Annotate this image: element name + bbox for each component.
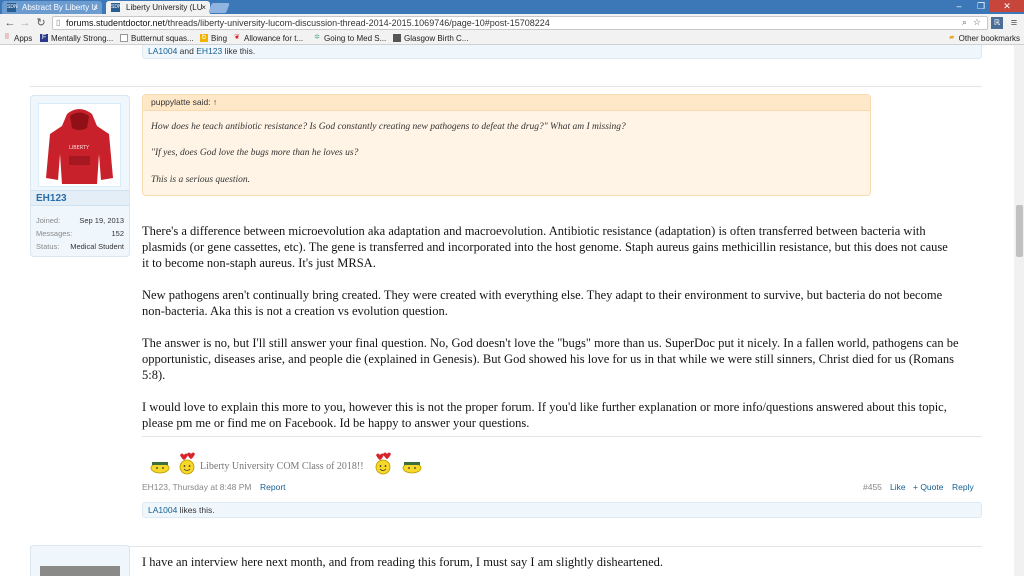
tab-label: Abstract By Liberty U	[22, 3, 98, 12]
page-icon	[393, 34, 401, 42]
close-tab-icon[interactable]: ×	[93, 1, 98, 14]
signature: Liberty University COM Class of 2018!!	[150, 452, 430, 476]
next-user-info-block	[30, 545, 130, 576]
extension-icon[interactable]: ℝ	[991, 17, 1003, 29]
quote-line: "If yes, does God love the bugs more tha…	[151, 148, 359, 158]
messages-row: Messages: 152	[36, 229, 124, 238]
report-link[interactable]: Report	[260, 481, 286, 493]
smiley-hearts-icon	[375, 452, 391, 475]
liker-link[interactable]: LA1004	[148, 505, 177, 515]
new-tab-button[interactable]	[208, 3, 230, 13]
post-number-link[interactable]: #455	[863, 481, 882, 493]
bookmarks-bar: ⠿ Apps F Mentally Strong... Butternut sq…	[0, 32, 1024, 45]
liker-link[interactable]: LA1004	[148, 46, 177, 56]
message-line: New pathogens aren't continually bring c…	[142, 288, 943, 302]
scrollbar-thumb[interactable]	[1016, 205, 1023, 257]
liker-link[interactable]: EH123	[196, 46, 222, 56]
bing-icon: b	[200, 34, 208, 42]
message-line: There's a difference between microevolut…	[142, 224, 926, 238]
folder-icon: ▰	[948, 34, 955, 41]
bookmark-glasgow[interactable]: Glasgow Birth C...	[393, 33, 468, 44]
bookmark-star-icon[interactable]: ☆	[973, 17, 981, 28]
message-line: plasmids (or gene cassettes, etc). The g…	[142, 240, 948, 254]
avatar[interactable]: LIBERTY	[38, 103, 121, 187]
address-bar[interactable]: ▯ forums.studentdoctor.net/threads/liber…	[52, 16, 988, 30]
page-scrollbar[interactable]	[1014, 45, 1024, 576]
red-hoodie-avatar-icon: LIBERTY	[39, 104, 120, 186]
tab-liberty-university[interactable]: SDN Liberty University (LU ×	[106, 1, 210, 14]
bookmark-apps[interactable]: ⠿ Apps	[3, 33, 32, 44]
quote-line: How does he teach antibiotic resistance?…	[151, 122, 626, 132]
close-window-icon[interactable]: ✕	[990, 0, 1024, 12]
message-line: non-bacteria. Aka this is not a creation…	[142, 304, 448, 318]
search-icon[interactable]: ⌕	[962, 17, 967, 28]
quote-attribution[interactable]: puppylatte said: ↑	[143, 95, 870, 111]
post-likes-bar: LA1004 likes this.	[142, 502, 982, 518]
bookmark-going-to-med[interactable]: ✲ Going to Med S...	[313, 33, 386, 44]
message-line: opportunistic, diseases arise, and peopl…	[142, 352, 954, 366]
url-text: forums.studentdoctor.net/threads/liberty…	[66, 18, 550, 28]
page-icon	[120, 34, 128, 42]
browser-tab-bar: SDN Abstract By Liberty U × SDN Liberty …	[0, 0, 1024, 14]
username-link[interactable]: EH123	[31, 190, 129, 206]
quote-link[interactable]: + Quote	[913, 481, 943, 493]
sdn-favicon-icon: SDN	[111, 3, 122, 12]
tab-label: Liberty University (LU	[126, 3, 203, 12]
message-line: it to become non-staph aureus. It's just…	[142, 256, 376, 270]
prev-post-likes-bar: LA1004 and EH123 like this.	[142, 45, 982, 59]
maximize-icon[interactable]: ❐	[970, 0, 992, 12]
quote-line: This is a serious question.	[151, 175, 250, 185]
bookmark-butternut[interactable]: Butternut squas...	[120, 33, 194, 44]
message-line: I have an interview here next month, and…	[142, 555, 664, 569]
f-icon: F	[40, 34, 48, 42]
other-bookmarks[interactable]: ▰ Other bookmarks	[948, 33, 1020, 44]
signature-text: Liberty University COM Class of 2018!!	[200, 461, 364, 472]
close-tab-icon[interactable]: ×	[201, 1, 206, 14]
page-info-icon[interactable]: ▯	[56, 18, 64, 28]
post-divider	[30, 86, 982, 87]
bookmark-allowance[interactable]: ❦ Allowance for t...	[233, 33, 303, 44]
joined-row: Joined: Sep 19, 2013	[36, 216, 124, 225]
like-link[interactable]: Like	[890, 481, 906, 493]
signature-divider	[142, 436, 982, 437]
message-line: 5:8).	[142, 368, 166, 382]
svg-text:LIBERTY: LIBERTY	[69, 145, 90, 151]
reload-icon[interactable]: ↻	[34, 16, 48, 30]
sparkle-icon: ✲	[314, 34, 320, 41]
status-row: Status: Medical Student	[36, 242, 124, 251]
sdn-favicon-icon: SDN	[7, 3, 18, 12]
user-info-block: LIBERTY EH123 Joined: Sep 19, 2013 Messag…	[30, 95, 130, 257]
apps-grid-icon: ⠿	[4, 34, 10, 41]
message-line: please pm me or find me on Facebook. Id …	[142, 416, 530, 430]
bookmark-bing[interactable]: b Bing	[200, 33, 227, 44]
avatar[interactable]	[40, 566, 120, 576]
post-byline[interactable]: EH123, Thursday at 8:48 PM	[142, 482, 251, 492]
minimize-icon[interactable]: –	[948, 0, 970, 12]
tab-abstract[interactable]: SDN Abstract By Liberty U ×	[2, 1, 102, 14]
reply-link[interactable]: Reply	[952, 481, 974, 493]
leaf-icon: ❦	[234, 34, 240, 41]
browser-toolbar: ← → ↻ ▯ forums.studentdoctor.net/threads…	[0, 14, 1024, 32]
back-arrow-icon[interactable]: ←	[3, 16, 17, 30]
bookmark-mentally-strong[interactable]: F Mentally Strong...	[40, 33, 113, 44]
quote-block: puppylatte said: ↑ How does he teach ant…	[142, 94, 871, 196]
smiley-icon	[150, 462, 170, 474]
post-meta-row: EH123, Thursday at 8:48 PM Report #455 L…	[142, 481, 978, 493]
forum-page: LA1004 and EH123 like this. LIBERTY EH12…	[0, 45, 1024, 576]
smiley-icon	[402, 462, 422, 474]
message-line: The answer is no, but I'll still answer …	[142, 336, 959, 350]
post-divider	[30, 546, 982, 547]
smiley-hearts-icon	[179, 452, 195, 475]
menu-icon[interactable]: ≡	[1007, 16, 1021, 30]
message-line: I would love to explain this more to you…	[142, 400, 947, 414]
forward-arrow-icon[interactable]: →	[18, 16, 32, 30]
